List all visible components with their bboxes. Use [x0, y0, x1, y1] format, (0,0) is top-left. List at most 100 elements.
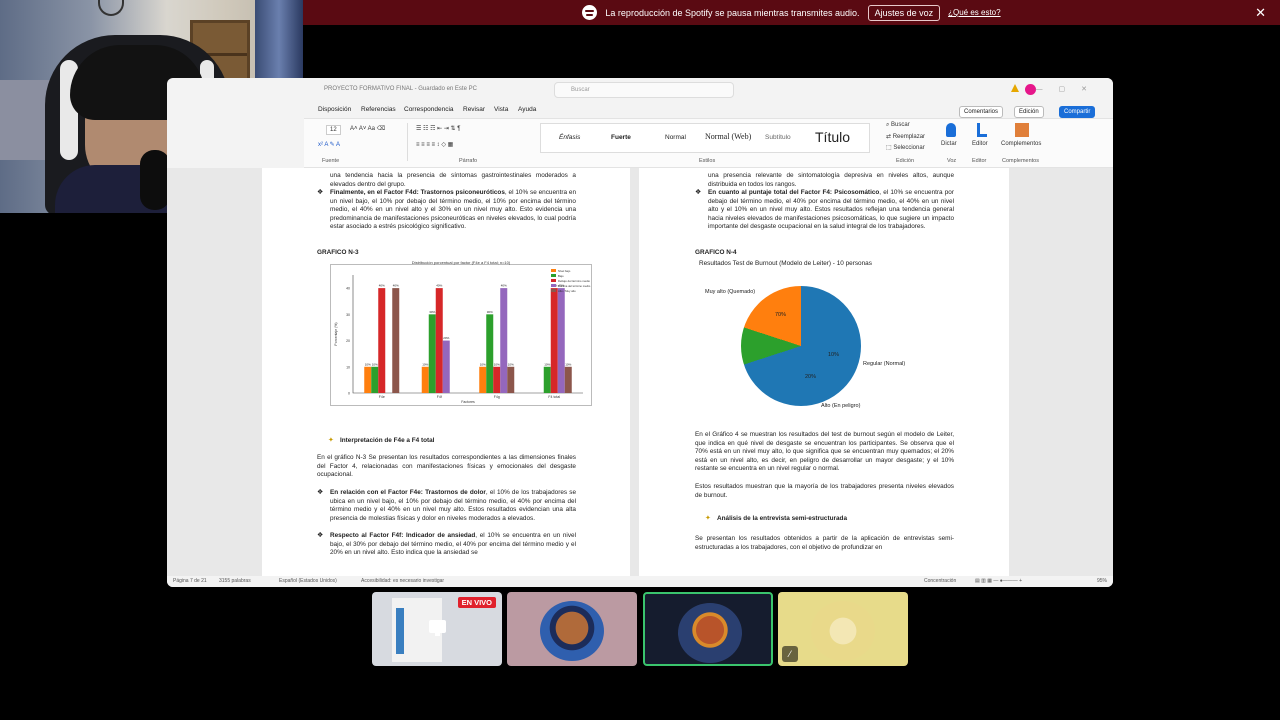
pin-icon: ✦ — [705, 515, 711, 522]
bar — [435, 288, 443, 393]
paragraph: Estos resultados muestran que la mayoría… — [695, 483, 954, 499]
legend-swatch — [551, 289, 556, 292]
tab-correspondencia[interactable]: Correspondencia — [404, 106, 454, 113]
paragraph: En el gráfico N-3 Se presentan los resul… — [317, 454, 576, 479]
style-emphasis[interactable]: Énfasis — [559, 134, 580, 141]
y-tick-label: 10 — [346, 365, 350, 369]
bar — [378, 288, 386, 393]
paragraph-bold: Respecto al Factor F4f: Indicador de ans… — [330, 532, 476, 539]
bar — [364, 366, 372, 393]
list-icons[interactable]: ☰ ☷ ☶ ⇤ ⇥ ⇅ ¶ — [416, 125, 460, 132]
style-strong[interactable]: Fuerte — [611, 134, 631, 141]
comments-button[interactable]: Comentarios — [959, 106, 1004, 118]
addins-icon[interactable] — [1015, 123, 1029, 137]
section-title: Interpretación de F4e a F4 total — [340, 437, 435, 444]
group-styles: Estilos — [699, 158, 716, 164]
editor-icon[interactable] — [977, 123, 987, 137]
voice-settings-button[interactable]: Ajustes de voz — [867, 4, 941, 21]
text-format-icons[interactable]: x² A ✎ A — [318, 141, 340, 148]
pie-percent: 70% — [775, 312, 787, 318]
tab-disposicion[interactable]: Disposición — [318, 106, 351, 113]
bar — [500, 288, 508, 393]
bar — [442, 340, 450, 393]
tab-referencias[interactable]: Referencias — [361, 106, 396, 113]
language[interactable]: Español (Estados Unidos) — [279, 578, 337, 584]
tab-ayuda[interactable]: Ayuda — [518, 106, 536, 113]
bullet-icon: ❖ — [317, 532, 324, 539]
bullet-icon: ❖ — [317, 489, 324, 496]
dictate-label: Dictar — [941, 141, 957, 147]
paragraph: En cuanto al puntaje total del Factor F4… — [708, 189, 954, 232]
bar-chart-svg: 01020304010% 10%40% 40%F4e10%30%40%20%F4f1… — [334, 269, 591, 404]
style-normal[interactable]: Normal — [665, 134, 686, 141]
microphone — [140, 150, 170, 210]
view-icons[interactable]: ▤ ▥ ▦ — ●——— + — [975, 578, 1022, 584]
bar-data-label: 30% — [487, 310, 493, 314]
paragraph-bold: En cuanto al puntaje total del Factor F4… — [708, 189, 880, 196]
bar-chart: Distribución porcentual por factor (F4e … — [330, 260, 592, 406]
bar-data-label: 30% — [429, 310, 435, 314]
group-paragraph: Párrafo — [459, 158, 478, 164]
x-tick-label: F4e — [379, 395, 385, 399]
page-left[interactable]: una tendencia hacia la presencia de sínt… — [262, 168, 630, 576]
bar-data-label: 10% — [565, 362, 571, 366]
participant-tile-screenshare[interactable]: EN VIVO — [372, 592, 502, 666]
bar-data-label: 10% — [508, 362, 514, 366]
avatar[interactable] — [1025, 84, 1036, 95]
font-size-controls[interactable]: A˄ A˅ Aa ⌫ — [350, 125, 385, 132]
graph-label: GRAFICO N-4 — [695, 249, 737, 256]
warning-icon[interactable] — [1011, 84, 1019, 92]
font-size-select[interactable]: 12 — [326, 125, 341, 135]
legend-swatch — [551, 284, 556, 287]
find-button[interactable]: ⌕ Buscar — [886, 122, 910, 129]
focus-mode[interactable]: Concentración — [924, 578, 956, 584]
pie-label: Muy alto (Quemado) — [705, 289, 756, 295]
align-icons[interactable]: ≡ ≡ ≡ ≡ ↕ ◇ ▦ — [416, 141, 453, 148]
replace-button[interactable]: ⇄ Reemplazar — [886, 133, 925, 140]
x-axis-label: Factores — [461, 400, 475, 404]
bar — [493, 366, 501, 393]
microphone-icon[interactable] — [946, 123, 956, 137]
zoom-level[interactable]: 95% — [1097, 578, 1107, 584]
section-title: Análisis de la entrevista semi-estructur… — [717, 515, 847, 522]
bar-data-label: 10% — [365, 362, 371, 366]
bar — [543, 366, 551, 393]
search-input[interactable]: Buscar — [554, 82, 734, 98]
tab-revisar[interactable]: Revisar — [463, 106, 485, 113]
style-normal-web[interactable]: Normal (Web) — [705, 132, 751, 141]
select-button[interactable]: ⬚ Seleccionar — [886, 144, 925, 151]
tab-vista[interactable]: Vista — [494, 106, 508, 113]
legend-swatch — [551, 274, 556, 277]
page-count[interactable]: Página 7 de 21 — [173, 578, 207, 584]
editor-label: Editor — [972, 141, 988, 147]
style-title[interactable]: Título — [815, 129, 850, 145]
accessibility-status[interactable]: Accesibilidad: es necesario investigar — [361, 578, 444, 584]
word-count[interactable]: 3155 palabras — [219, 578, 251, 584]
group-editing: Edición — [896, 158, 915, 164]
bar — [486, 314, 494, 393]
legend-swatch — [551, 279, 556, 282]
style-subtitle[interactable]: Subtítulo — [765, 134, 791, 141]
participant-tile-speaking[interactable] — [643, 592, 773, 666]
editing-mode-button[interactable]: Edición — [1014, 106, 1044, 118]
bar — [557, 288, 565, 393]
menu-bar: Disposición Referencias Correspondencia … — [304, 102, 1113, 118]
y-axis-label: Porcentaje (%) — [334, 322, 338, 345]
addins-label: Complementos — [1001, 141, 1042, 147]
share-button[interactable]: Compartir — [1059, 106, 1096, 118]
paragraph: Se presentan los resultados obtenidos a … — [695, 535, 954, 551]
legend-label: Nivel bajo — [558, 269, 571, 273]
styles-gallery[interactable]: Énfasis Fuerte Normal Normal (Web) Subtí… — [540, 123, 870, 153]
legend-label: Debajo del término medio — [558, 279, 590, 283]
window-controls[interactable]: —▢✕ — [1036, 85, 1103, 93]
close-icon[interactable]: ✕ — [1255, 5, 1266, 21]
bar-data-label: 10% — [422, 362, 428, 366]
whats-this-link[interactable]: ¿Qué es esto? — [948, 8, 1000, 17]
participant-tile[interactable]: ⁄ — [778, 592, 908, 666]
participant-tile[interactable] — [507, 592, 637, 666]
banner-message: La reproducción de Spotify se pausa mien… — [605, 7, 860, 18]
pie-label: Alto (En peligro) — [821, 403, 861, 409]
paragraph: una presencia relevante de sintomatologí… — [708, 172, 954, 188]
paragraph-bold: Finalmente, en el Factor F4d: Trastornos… — [330, 189, 505, 196]
page-right[interactable]: una presencia relevante de sintomatologí… — [639, 168, 1009, 576]
